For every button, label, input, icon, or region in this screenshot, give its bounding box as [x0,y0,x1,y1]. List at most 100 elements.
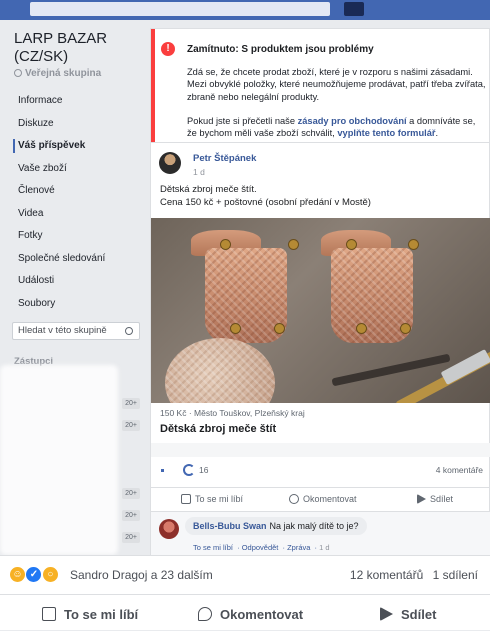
appeal-form-link[interactable]: vyplňte tento formulář [337,128,435,138]
rivet [221,240,230,249]
share-label: Sdílet [401,607,437,622]
rivet [409,240,418,249]
notice-text: Pokud jste si přečetli naše [187,116,298,126]
post-text: Dětská zbroj meče štít. Cena 150 kč + po… [160,183,480,209]
comment-message-link[interactable]: Zpráva [287,543,310,552]
avatar[interactable] [159,152,181,174]
toy-shield [165,338,275,403]
outer-post-footer: ☺ ✓ ○ Sandro Dragoj a 23 dalším 12 komen… [0,555,490,630]
comment-count[interactable]: 4 komentáře [436,465,483,475]
rivet [275,324,284,333]
marketplace-post: Petr Štěpánek 1 d Dětská zbroj meče štít… [150,142,490,556]
share-icon [380,607,393,621]
divider [151,443,490,457]
top-search-input[interactable] [30,2,330,16]
comment-label: Okomentovat [220,607,304,622]
globe-icon [14,69,22,77]
group-privacy: Veřejná skupina [14,68,101,79]
comment-like-link[interactable]: To se mi líbí [193,543,233,552]
nav-item-fotky[interactable]: Fotky [0,225,150,248]
nav-item-vas-prispevek[interactable]: Váš příspěvek [0,135,150,158]
wow-reaction-icon: ○ [42,567,58,583]
share-label: Sdílet [430,494,454,504]
reaction-icons[interactable]: ☺ ✓ ○ [10,566,58,584]
post-text-line: Dětská zbroj meče štít. [160,184,257,195]
admin-badge: 20+ [122,510,140,521]
comment-button[interactable]: Okomentovat [289,494,357,504]
search-icon [125,327,133,335]
post-timestamp[interactable]: 1 d [193,167,205,177]
group-name[interactable]: LARP BAZAR (CZ/SK) [14,30,144,66]
nav-item-soubory[interactable]: Soubory [0,293,150,316]
comment-bubble: Bells-Bubu Swan Na jak malý dítě to je? [185,517,367,535]
nav-item-diskuze[interactable]: Diskuze [0,113,150,136]
listing-price-location: 150 Kč · Město Touškov, Plzeňský kraj [160,408,305,418]
rivet [347,240,356,249]
nav-item-videa[interactable]: Videa [0,203,150,226]
comments-total[interactable]: 12 komentářů [350,568,423,582]
thumbs-up-icon [42,607,56,621]
rivet [357,324,366,333]
group-privacy-label: Veřejná skupina [25,68,102,79]
dot-icon [161,469,164,472]
post-actions: To se mi líbí Okomentovat Sdílet [151,487,490,511]
notice-title: Zamítnuto: S produktem jsou problémy [187,44,374,55]
reaction-summary[interactable]: Sandro Dragoj a 23 dalším [70,568,213,582]
alert-icon: ! [161,42,175,56]
notice-paragraph-links: Pokud jste si přečetli naše zásady pro o… [187,115,487,140]
comment-label: Okomentovat [303,494,357,504]
group-search-placeholder: Hledat v této skupině [18,325,107,336]
admin-badge: 20+ [122,398,140,409]
admin-badge: 20+ [122,420,140,431]
rivet [289,240,298,249]
comment-icon [198,607,212,621]
share-button[interactable]: Sdílet [417,494,453,504]
like-button[interactable]: To se mi líbí [181,494,243,504]
top-navigation-bar [0,0,490,20]
post-author[interactable]: Petr Štěpánek [193,153,256,164]
comment-reply-link[interactable]: Odpovědět [242,543,279,552]
commenter-name[interactable]: Bells-Bubu Swan [193,521,267,531]
listing-title[interactable]: Dětská zbroj meče štít [160,423,276,435]
post-totals: 12 komentářů 1 sdílení [350,568,478,582]
group-sidebar: LARP BAZAR (CZ/SK) Veřejná skupina Infor… [0,20,150,555]
loading-spinner-icon [183,464,195,476]
like-button[interactable]: To se mi líbí [42,607,138,622]
thumbs-up-icon [181,494,191,504]
comment-text: Na jak malý dítě to je? [269,521,359,531]
nav-item-vase-zbozi[interactable]: Vaše zboží [0,158,150,181]
like-label: To se mi líbí [64,607,139,622]
product-photo[interactable] [151,218,490,403]
nav-item-clenove[interactable]: Členové [0,180,150,203]
reaction-count[interactable]: 16 [199,465,208,475]
group-nav: Informace Diskuze Váš příspěvek Vaše zbo… [0,90,150,315]
rejection-notice: ! Zamítnuto: S produktem jsou problémy Z… [150,28,490,161]
notice-text: . [435,128,439,139]
search-icon[interactable] [344,2,364,16]
nav-item-informace[interactable]: Informace [0,90,150,113]
haha-reaction-icon: ☺ [10,567,25,583]
like-label: To se mi líbí [195,494,244,504]
post-text-line: Cena 150 kč + poštovné (osobní předání v… [160,197,371,208]
admin-badge: 20+ [122,488,140,499]
nav-item-spolecne-sledovani[interactable]: Společné sledování [0,248,150,271]
post-stats: 16 4 komentáře [151,457,490,481]
share-icon [417,494,426,504]
main-column: ! Zamítnuto: S produktem jsou problémy Z… [150,20,490,556]
shares-total[interactable]: 1 sdílení [433,568,478,582]
nav-item-udalosti[interactable]: Události [0,270,150,293]
rivet [401,324,410,333]
notice-paragraph: Zdá se, že chcete prodat zboží, které je… [187,67,486,102]
comment-timestamp[interactable]: 1 d [319,543,329,552]
comment-button[interactable]: Okomentovat [198,607,303,622]
commerce-policy-link[interactable]: zásady pro obchodování [298,116,407,126]
avatar[interactable] [159,519,179,539]
rivet [231,324,240,333]
comment-icon [289,494,299,504]
share-button[interactable]: Sdílet [380,607,436,622]
admin-badge: 20+ [122,532,140,543]
like-reaction-icon: ✓ [26,567,42,583]
comment-section: Bells-Bubu Swan Na jak malý dítě to je? T… [151,511,490,556]
group-search-input[interactable]: Hledat v této skupině [12,322,140,340]
redacted-area [0,365,118,555]
